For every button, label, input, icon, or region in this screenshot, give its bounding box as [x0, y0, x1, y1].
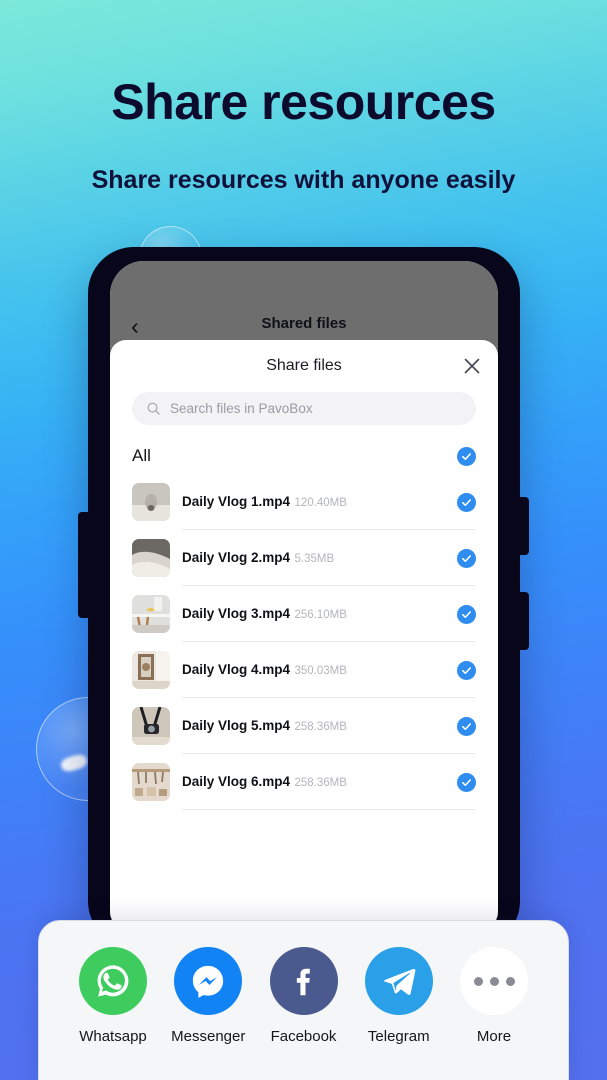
file-thumbnail [132, 651, 170, 689]
bubble-highlight [60, 752, 89, 774]
file-thumbnail [132, 707, 170, 745]
page-subtitle: Share resources with anyone easily [91, 166, 516, 194]
share-target-facebook[interactable]: Facebook [258, 947, 350, 1045]
file-info: Daily Vlog 1.mp4 120.40MB [182, 493, 445, 511]
file-name: Daily Vlog 6.mp4 [182, 774, 291, 789]
file-name: Daily Vlog 1.mp4 [182, 494, 291, 509]
file-name: Daily Vlog 3.mp4 [182, 606, 291, 621]
dot [505, 976, 515, 986]
table-row[interactable]: Daily Vlog 3.mp4 256.10MB [132, 586, 476, 642]
table-row[interactable]: Daily Vlog 4.mp4 350.03MB [132, 642, 476, 698]
file-size: 258.36MB [294, 721, 347, 733]
phone-screen: ‹ Shared files Share files Search files … [110, 261, 498, 933]
share-target-telegram[interactable]: Telegram [353, 947, 445, 1045]
table-row[interactable]: Daily Vlog 6.mp4 258.36MB [132, 754, 476, 810]
check-circle-icon[interactable] [457, 548, 476, 568]
share-target-label: Telegram [367, 1028, 430, 1045]
check-circle-icon[interactable] [457, 604, 476, 624]
file-size: 120.40MB [294, 497, 347, 509]
file-thumbnail [132, 595, 170, 633]
facebook-icon [269, 947, 338, 1015]
search-container: Search files in PavoBox [110, 392, 498, 425]
share-target-label: More [476, 1028, 512, 1045]
table-row[interactable]: Daily Vlog 1.mp4 120.40MB [132, 474, 476, 530]
file-list: All Daily Vlog 1.mp4 120.40MB Daily Vlog… [110, 438, 498, 810]
messenger-icon [174, 947, 243, 1015]
file-info: Daily Vlog 5.mp4 258.36MB [182, 717, 445, 735]
dot [473, 976, 483, 986]
share-files-modal: Share files Search files in PavoBox All … [110, 340, 498, 933]
file-thumbnail [132, 763, 170, 801]
check-circle-icon[interactable] [457, 716, 476, 736]
share-target-label: Whatsapp [79, 1028, 147, 1045]
dot [489, 976, 499, 986]
share-target-label: Facebook [270, 1028, 337, 1045]
check-circle-icon[interactable] [457, 660, 476, 680]
table-row[interactable]: Daily Vlog 5.mp4 258.36MB [132, 698, 476, 754]
share-target-label: Messenger [171, 1028, 246, 1045]
share-target-more[interactable]: More [448, 947, 540, 1045]
phone-side-button-upper [520, 497, 529, 555]
check-circle-icon[interactable] [457, 492, 476, 512]
share-target-messenger[interactable]: Messenger [162, 947, 254, 1045]
search-placeholder: Search files in PavoBox [170, 401, 313, 416]
phone-volume-button [78, 512, 88, 618]
file-size: 256.10MB [294, 609, 347, 621]
share-sheet: Whatsapp Messenger Facebook Telegram Mor… [38, 920, 569, 1080]
share-target-whatsapp[interactable]: Whatsapp [67, 947, 159, 1045]
app-screen-title: Shared files [261, 315, 347, 332]
file-name: Daily Vlog 4.mp4 [182, 662, 291, 677]
file-info: Daily Vlog 6.mp4 258.36MB [182, 773, 445, 791]
check-circle-icon[interactable] [457, 446, 476, 466]
file-size: 258.36MB [294, 777, 347, 789]
file-thumbnail [132, 539, 170, 577]
file-info: Daily Vlog 3.mp4 256.10MB [182, 605, 445, 623]
file-name: Daily Vlog 5.mp4 [182, 718, 291, 733]
whatsapp-icon [79, 947, 147, 1015]
share-app-list: Whatsapp Messenger Facebook Telegram Mor… [57, 947, 550, 1045]
table-row[interactable]: Daily Vlog 2.mp4 5.35MB [132, 530, 476, 586]
select-all-row[interactable]: All [132, 438, 476, 474]
search-icon [147, 402, 160, 415]
search-input[interactable]: Search files in PavoBox [132, 392, 476, 425]
file-size: 5.35MB [294, 553, 335, 565]
select-all-label: All [132, 446, 151, 465]
page-title: Share resources [111, 74, 496, 130]
file-info: Daily Vlog 2.mp4 5.35MB [182, 549, 445, 567]
file-thumbnail [132, 483, 170, 521]
file-size: 350.03MB [294, 665, 347, 677]
modal-header: Share files [110, 340, 498, 392]
phone-side-button-lower [520, 592, 529, 650]
close-icon[interactable] [460, 354, 484, 378]
check-circle-icon[interactable] [457, 772, 476, 792]
telegram-icon [364, 947, 433, 1015]
file-name: Daily Vlog 2.mp4 [182, 550, 291, 565]
modal-title: Share files [266, 357, 342, 374]
phone-mockup: ‹ Shared files Share files Search files … [78, 247, 529, 947]
more-dots-icon [460, 947, 528, 1015]
file-info: Daily Vlog 4.mp4 350.03MB [182, 661, 445, 679]
